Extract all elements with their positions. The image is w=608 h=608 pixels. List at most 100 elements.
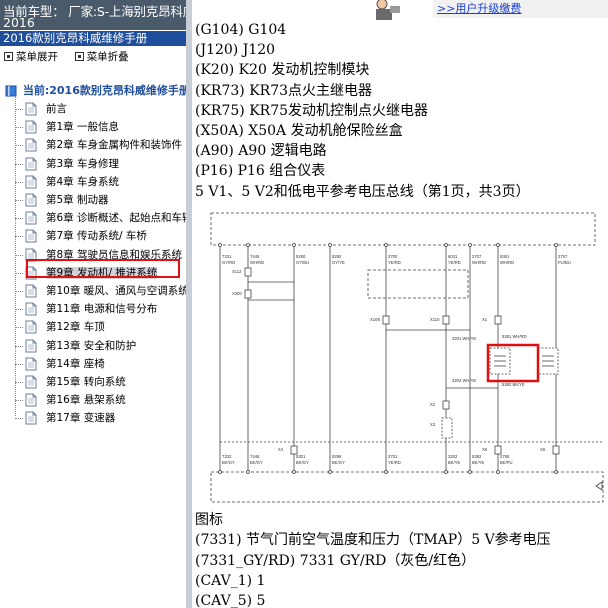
tree-item-label: 第6章 诊断概述、起始点和车辆 (46, 212, 186, 225)
legend-line: (7331_GY/RD) 7331 GY/RD（灰色/红色） (195, 552, 476, 569)
tree-item[interactable]: 前言 (14, 100, 186, 118)
tree-item[interactable]: 第14章 座椅 (14, 355, 186, 373)
page-icon (25, 375, 37, 389)
page-icon (25, 102, 37, 116)
legend-line: (CAV_1) 1 (195, 572, 266, 589)
collapse-menu-button[interactable]: 菜单折叠 (87, 49, 129, 64)
connector-label: X2 (430, 402, 436, 407)
circuit-number: 7445 (250, 254, 260, 259)
circuit-number: 5292 (332, 254, 342, 259)
component-line: (J120) J120 (195, 42, 276, 59)
component-line: (K20) K20 发动机控制模块 (195, 62, 370, 79)
tree-item[interactable]: 第13章 安全和防护 (14, 337, 186, 355)
left-pane: 当前车型： 厂家:S-上海别克昂科威（Envision） 2016 2016款别… (0, 0, 186, 608)
tree-item[interactable]: 第16章 悬架系统 (14, 391, 186, 409)
tree-item[interactable]: 第15章 转向系统 (14, 373, 186, 391)
tree-item[interactable]: 第4章 车身系统 (14, 173, 186, 191)
circuit-number: 5296 (332, 454, 342, 459)
page-icon (25, 357, 37, 371)
connector-block (244, 267, 252, 277)
circuit-color: GY/RD (222, 260, 235, 265)
tree-root[interactable]: 当前:2016款别克昂科威维修手册 (5, 82, 186, 98)
terminal (384, 470, 388, 474)
expand-menu-button[interactable]: 菜单展开 (16, 49, 58, 64)
tree-item[interactable]: 第6章 诊断概述、起始点和车辆 (14, 209, 186, 227)
page-icon (25, 229, 37, 243)
component-line: (A90) A90 逻辑电路 (195, 143, 327, 160)
tree-item-label: 第15章 转向系统 (46, 376, 126, 388)
circuit-color: GY/BU (296, 260, 309, 265)
page-icon (25, 120, 37, 134)
terminal (246, 243, 250, 247)
tree-item[interactable]: 第3章 车身修理 (14, 155, 186, 173)
circuit-color: BK/GY (296, 460, 309, 465)
terminal (292, 470, 296, 474)
terminal (444, 470, 448, 474)
tree-item[interactable]: 第17章 变速器 (14, 409, 186, 427)
tree-item-label: 第3章 车身修理 (46, 157, 120, 170)
wiring-diagram: 7331GY/RD7332BK/GY7445WH/RD7446BK/GY5280… (210, 212, 604, 503)
circuit-color: BK/GY (250, 460, 263, 465)
tree-item[interactable]: 第10章 暖风、通风与空调系统 (14, 282, 186, 300)
tree-item-label: 第1章 一般信息 (46, 121, 120, 134)
terminal (328, 470, 332, 474)
tree-item[interactable]: 第5章 制动器 (14, 191, 186, 209)
tree-item-label: 第11章 电源和信号分布 (46, 303, 158, 316)
legend-heading: 图标 (195, 512, 223, 528)
mid-module-box (367, 269, 469, 299)
tree-root-label: 当前:2016款别克昂科威维修手册 (22, 84, 186, 97)
legend-line: (7331) 节气门前空气温度和压力（TMAP）5 V参考电压 (195, 532, 551, 549)
circuit-number: 5361 (500, 254, 510, 259)
tree-item-label: 第12章 车顶 (46, 321, 105, 334)
connector-label: X3 (430, 422, 436, 427)
terminal (246, 470, 250, 474)
connector-block (244, 289, 252, 299)
circuit-number: 2700 (388, 254, 398, 259)
connector-label: X4 (278, 447, 284, 452)
circuit-color: BK/PU (500, 460, 513, 465)
tree-item[interactable]: 第2章 车身金属构件和装饰件 (14, 136, 186, 154)
circuit-color: YE/RD (448, 260, 461, 265)
circuit-number: 2758 (500, 454, 510, 459)
tree-item[interactable]: 第7章 传动系统/ 车桥 (14, 227, 186, 245)
mascot-banner-icon (376, 0, 400, 20)
page-icon (25, 320, 37, 334)
tree-item-label: 第10章 暖风、通风与空调系统 (46, 285, 186, 297)
circuit-number: 5382 (472, 454, 482, 459)
mid-circuit-label: 3201 WH/YE (452, 336, 476, 341)
page-icon (25, 175, 37, 189)
circuit-number: 5280 (296, 254, 306, 259)
terminal (554, 243, 558, 247)
circuit-color: BK/GY (332, 460, 345, 465)
component-line: (G104) G104 (195, 22, 287, 38)
page-icon (25, 302, 37, 316)
tree-item-label: 第7章 传动系统/ 车桥 (46, 230, 147, 243)
page-icon (25, 138, 37, 152)
collapse-icon (74, 52, 84, 61)
connector-block (552, 445, 560, 455)
upgrade-payment-link[interactable]: >>用户升级缴费 (433, 0, 608, 18)
page-icon (25, 211, 37, 225)
content-pane: >>用户升级缴费 (G104) G104 (J120) J120 (K20) K20… (192, 0, 608, 608)
connector-label: X1 (482, 317, 488, 322)
circuit-color: BK/YE (448, 460, 461, 465)
connector-block (494, 315, 502, 325)
circuit-color: WH/RD (250, 260, 264, 265)
circuit-number: 2701 (388, 454, 398, 459)
circuit-number: 2707 (472, 254, 482, 259)
top-module-box (210, 212, 596, 246)
manual-title: 2016款别克昂科威维修手册 (0, 31, 186, 46)
bottom-module-box (210, 471, 604, 503)
terminal (468, 470, 472, 474)
legend-line: (CAV_5) 5 (195, 593, 266, 608)
circuit-number: 7446 (250, 454, 260, 459)
tree-item[interactable]: 第1章 一般信息 (14, 118, 186, 136)
connector-block (494, 445, 502, 455)
page-icon (25, 157, 37, 171)
circuit-color: YE/RD (388, 260, 401, 265)
tree-item[interactable]: 第11章 电源和信号分布 (14, 300, 186, 318)
circuit-color: PU/BU (558, 260, 571, 265)
terminal (292, 243, 296, 247)
tree-item[interactable]: 第12章 车顶 (14, 318, 186, 336)
mid-circuit-label: 3202 WH/YE (452, 378, 476, 383)
